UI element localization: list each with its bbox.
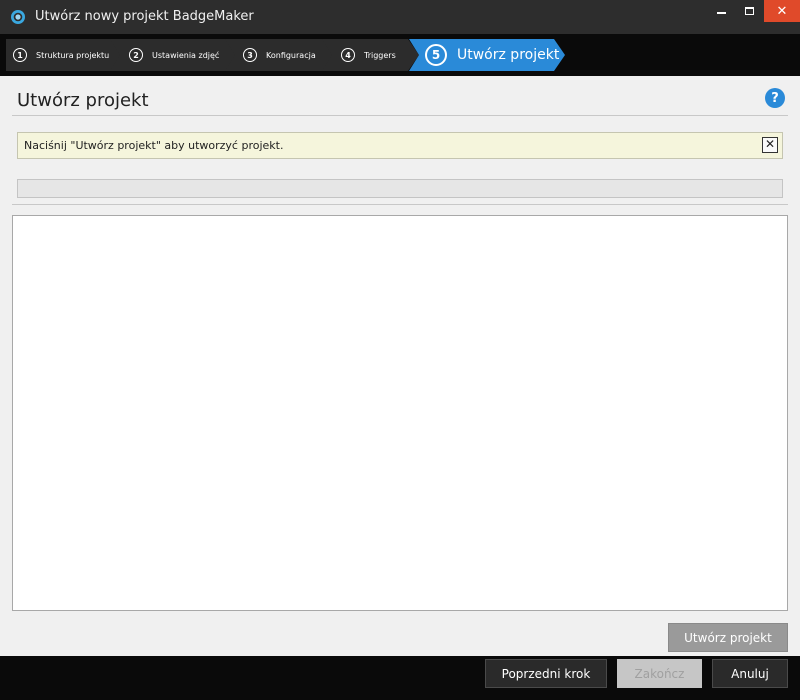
help-icon[interactable]: ? (765, 88, 785, 108)
cancel-button[interactable]: Anuluj (712, 659, 788, 688)
progress-bar (17, 179, 783, 198)
close-icon: ✕ (776, 3, 788, 19)
step-number: 3 (243, 48, 257, 62)
step-label: Struktura projektu (36, 50, 110, 60)
info-message: Naciśnij "Utwórz projekt" aby utworzyć p… (24, 139, 284, 152)
page-title: Utwórz projekt (17, 90, 149, 111)
content-panel: Utwórz projekt ? Naciśnij "Utwórz projek… (0, 76, 800, 656)
create-project-button[interactable]: Utwórz projekt (668, 623, 788, 652)
wizard-steps: 1 Struktura projektu 2 Ustawienia zdjęć … (0, 34, 800, 76)
title-bar: Utwórz nowy projekt BadgeMaker ✕ (0, 0, 800, 34)
app-logo-icon (11, 10, 25, 24)
minimize-icon (716, 12, 726, 14)
divider (12, 115, 788, 116)
close-button[interactable]: ✕ (764, 0, 800, 22)
minimize-button[interactable] (708, 0, 734, 22)
step-number: 5 (425, 44, 447, 66)
finish-button[interactable]: Zakończ (617, 659, 702, 688)
step-number: 1 (13, 48, 27, 62)
maximize-icon (744, 7, 754, 15)
divider (12, 204, 788, 205)
info-banner: Naciśnij "Utwórz projekt" aby utworzyć p… (17, 132, 783, 159)
step-number: 2 (129, 48, 143, 62)
footer-bar: Poprzedni krok Zakończ Anuluj (0, 656, 800, 700)
previous-step-button[interactable]: Poprzedni krok (485, 659, 607, 688)
log-output[interactable] (12, 215, 788, 611)
close-icon: ✕ (764, 137, 776, 151)
step-number: 4 (341, 48, 355, 62)
window-title: Utwórz nowy projekt BadgeMaker (35, 9, 254, 24)
step-label: Konfiguracja (266, 50, 316, 60)
maximize-button[interactable] (736, 0, 762, 22)
step-label: Ustawienia zdjęć (152, 50, 220, 60)
info-close-button[interactable]: ✕ (762, 137, 778, 153)
step-label: Utwórz projekt (457, 47, 560, 63)
step-label: Triggers (364, 50, 396, 60)
